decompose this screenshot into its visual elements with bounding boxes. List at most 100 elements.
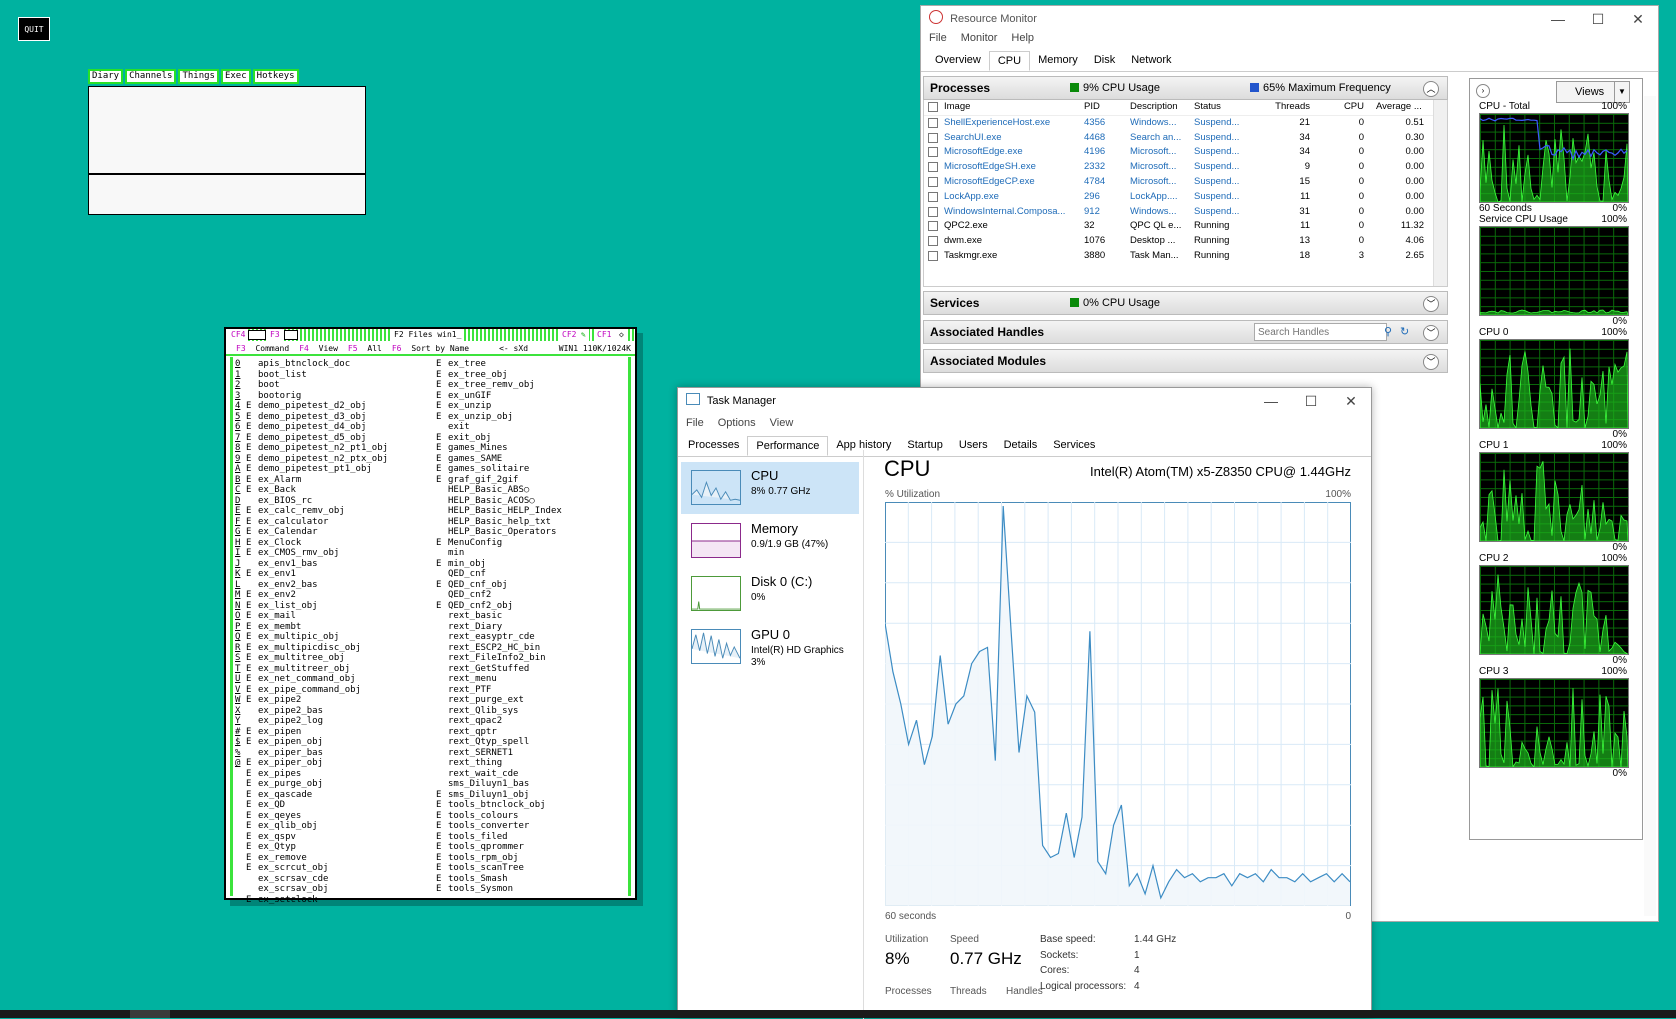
table-row[interactable]: dwm.exe 1076 Desktop ... Running 13 0 4.06: [924, 234, 1447, 249]
table-row[interactable]: MicrosoftEdgeSH.exe 2332 Microsoft... Suspe…: [924, 160, 1447, 175]
file-entry[interactable]: Egames_solitaire: [436, 464, 562, 475]
row-checkbox[interactable]: [928, 221, 938, 232]
col-threads[interactable]: Threads: [1268, 100, 1310, 115]
file-entry[interactable]: $ Eex_pipen_obj: [235, 737, 388, 748]
select-all-checkbox[interactable]: [928, 102, 938, 112]
menu-monitor[interactable]: Monitor: [961, 32, 998, 48]
file-entry[interactable]: Emin_obj: [436, 559, 562, 570]
file-entry[interactable]: H Eex_Clock: [235, 538, 388, 549]
file-entry[interactable]: Dex_BIOS_rc: [235, 496, 388, 507]
file-entry[interactable]: 9 Edemo_pipetest_n2_ptx_obj: [235, 454, 388, 465]
file-entry[interactable]: min: [436, 548, 562, 559]
file-entry[interactable]: U Eex_net_command_obj: [235, 674, 388, 685]
file-entry[interactable]: HELP_Basic_help_txt: [436, 517, 562, 528]
file-entry[interactable]: ex_scrsav_obj: [235, 884, 388, 895]
file-entry[interactable]: rext_qptr: [436, 727, 562, 738]
row-checkbox[interactable]: [928, 132, 938, 143]
file-entry[interactable]: 4 Edemo_pipetest_d2_obj: [235, 401, 388, 412]
file-entry[interactable]: 2 boot: [235, 380, 388, 391]
row-checkbox[interactable]: [928, 236, 938, 247]
menu-file[interactable]: File: [686, 417, 704, 433]
menu-file[interactable]: File: [929, 32, 947, 48]
file-entry[interactable]: Eex_tree: [436, 359, 562, 370]
file-entry[interactable]: ex_scrsav_cde: [235, 874, 388, 885]
file-entry[interactable]: 1 boot_list: [235, 370, 388, 381]
menu-help[interactable]: Help: [1011, 32, 1034, 48]
file-entry[interactable]: Etools_btnclock_obj: [436, 800, 562, 811]
file-entry[interactable]: exit: [436, 422, 562, 433]
file-entry[interactable]: R Eex_multipicdisc_obj: [235, 643, 388, 654]
processes-section-header[interactable]: Processes 9% CPU Usage 65% Maximum Frequ…: [923, 76, 1448, 100]
file-entry[interactable]: Eex_qlib_obj: [235, 821, 388, 832]
file-entry[interactable]: G Eex_Calendar: [235, 527, 388, 538]
file-entry[interactable]: Eex_unzip_obj: [436, 412, 562, 423]
menu-exec[interactable]: Exec: [220, 69, 251, 84]
file-entry[interactable]: HELP_Basic_ABS○: [436, 485, 562, 496]
file-entry[interactable]: E MenuConfig: [436, 538, 562, 549]
file-entry[interactable]: Eex_setclock: [235, 895, 388, 906]
file-entry[interactable]: rext_PTF: [436, 685, 562, 696]
file-entry[interactable]: @ Eex_piper_obj: [235, 758, 388, 769]
table-row[interactable]: Taskmgr.exe 3880 Task Man... Running 18 3 2.65: [924, 249, 1447, 264]
file-entry[interactable]: S Eex_multitree_obj: [235, 653, 388, 664]
modules-section-header[interactable]: Associated Modules ﹀: [923, 349, 1448, 373]
search-icon[interactable]: ⚲: [1384, 321, 1392, 343]
file-entry[interactable]: Etools_colours: [436, 811, 562, 822]
table-row[interactable]: QPC2.exe 32 QPC QL e... Running 11 0 11.32: [924, 219, 1447, 234]
file-entry[interactable]: V Eex_pipe_command_obj: [235, 685, 388, 696]
expand-arrow-icon[interactable]: ›: [1476, 84, 1490, 98]
file-entry[interactable]: Q Eex_multipic_obj: [235, 632, 388, 643]
tab-performance[interactable]: Performance: [747, 436, 829, 456]
row-checkbox[interactable]: [928, 176, 938, 187]
file-entry[interactable]: Lex_env2_bas: [235, 580, 388, 591]
file-entry[interactable]: Jex_env1_bas: [235, 559, 388, 570]
row-checkbox[interactable]: [928, 162, 938, 173]
menu-view[interactable]: View: [770, 417, 794, 433]
file-entry[interactable]: rext_wait_cde: [436, 769, 562, 780]
menu-things[interactable]: Things: [178, 69, 219, 84]
file-entry[interactable]: P Eex_membt: [235, 622, 388, 633]
file-entry[interactable]: Etools_rpm_obj: [436, 853, 562, 864]
minimize-icon[interactable]: —: [1251, 388, 1291, 414]
row-checkbox[interactable]: [928, 117, 938, 128]
sidebar-item-gpu[interactable]: GPU 0 Intel(R) HD Graphics 3%: [681, 621, 859, 673]
file-entry[interactable]: Eex_unzip: [436, 401, 562, 412]
search-handles-input[interactable]: [1254, 323, 1387, 341]
file-entry[interactable]: Etools_converter: [436, 821, 562, 832]
table-row[interactable]: MicrosoftEdgeCP.exe 4784 Microsoft... Suspe…: [924, 175, 1447, 190]
file-entry[interactable]: % ex_piper_bas: [235, 748, 388, 759]
file-entry[interactable]: QED_cnf: [436, 569, 562, 580]
col-image[interactable]: Image: [944, 100, 970, 115]
table-row[interactable]: ShellExperienceHost.exe 4356 Windows... Sus…: [924, 116, 1447, 131]
row-checkbox[interactable]: [928, 250, 938, 261]
tb-f3[interactable]: F3: [267, 329, 283, 341]
file-entry[interactable]: B Eex_Alarm: [235, 475, 388, 486]
file-entry[interactable]: F Eex_calculator: [235, 517, 388, 528]
row-checkbox[interactable]: [928, 147, 938, 158]
cmd-command[interactable]: F3 Command: [231, 343, 289, 354]
file-entry[interactable]: Eex_unGIF: [436, 391, 562, 402]
tb-move-icon[interactable]: [248, 330, 266, 340]
file-entry[interactable]: sms_Diluyn1_bas: [436, 779, 562, 790]
row-checkbox[interactable]: [928, 191, 938, 202]
table-row[interactable]: LockApp.exe 296 LockApp.... Suspend... 11 0 0.…: [924, 190, 1447, 205]
file-entry[interactable]: 7 Edemo_pipetest_d5_obj: [235, 433, 388, 444]
file-entry[interactable]: Eex_qeyes: [235, 811, 388, 822]
services-section-header[interactable]: Services 0% CPU Usage ﹀: [923, 291, 1448, 315]
table-row[interactable]: WindowsInternal.Composa... 912 Windows... S…: [924, 205, 1447, 220]
tb-close-icon[interactable]: ◇: [616, 329, 627, 341]
close-icon[interactable]: ✕: [1618, 6, 1658, 32]
chevron-down-icon[interactable]: ﹀: [1423, 325, 1439, 341]
maximize-icon[interactable]: ☐: [1578, 6, 1618, 32]
minimize-icon[interactable]: —: [1538, 6, 1578, 32]
file-entry[interactable]: rext_purge_ext: [436, 695, 562, 706]
file-entry[interactable]: O Eex_mail: [235, 611, 388, 622]
tb-size-icon[interactable]: [284, 330, 298, 340]
resmon-scrollbar[interactable]: [1644, 96, 1656, 916]
file-entry[interactable]: Eex_purge_obj: [235, 779, 388, 790]
col-cpu[interactable]: CPU: [1324, 100, 1364, 115]
file-entry[interactable]: rext_Qtyp_spell: [436, 737, 562, 748]
file-entry[interactable]: Eex_tree_remv_obj: [436, 380, 562, 391]
file-entry[interactable]: I Eex_CMOS_rmv_obj: [235, 548, 388, 559]
chevron-down-icon[interactable]: ﹀: [1423, 354, 1439, 370]
